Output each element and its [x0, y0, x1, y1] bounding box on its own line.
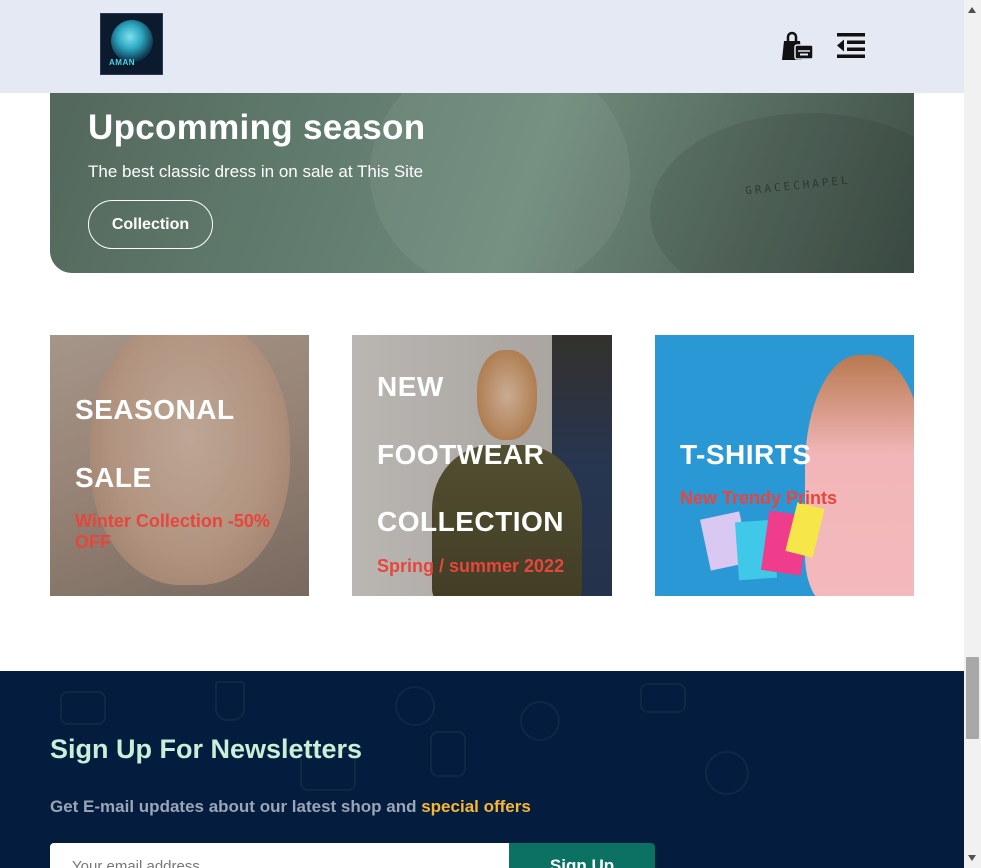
hero-title: Upcomming season [88, 108, 426, 147]
scroll-down-arrow-icon[interactable] [968, 855, 976, 861]
scroll-up-arrow-icon[interactable] [968, 7, 976, 13]
card-subtitle: New Trendy Prints [680, 488, 838, 508]
promo-card-footwear[interactable]: NEW FOOTWEAR COLLECTION Spring / summer … [352, 335, 612, 596]
card-photo-model [805, 355, 914, 596]
card-title: NEW [377, 371, 444, 402]
collection-button[interactable]: Collection [88, 200, 213, 249]
background-pattern [705, 751, 749, 795]
card-title: T-SHIRTS [680, 439, 812, 470]
card-title: SEASONAL [75, 394, 235, 425]
promo-card-seasonal-sale[interactable]: SEASONAL SALE Winter Collection -50% OFF [50, 335, 309, 596]
vertical-scrollbar[interactable] [964, 0, 981, 868]
logo-emblem [111, 20, 153, 62]
card-subtitle: Winter Collection -50% OFF [75, 511, 270, 552]
hero-banner: GRACECHAPEL Upcomming season The best cl… [50, 93, 914, 273]
background-pattern [60, 691, 106, 725]
card-title: SALE [75, 462, 152, 493]
newsletter-description: Get E-mail updates about our latest shop… [50, 797, 531, 817]
background-pattern [215, 681, 245, 721]
background-pattern [640, 683, 686, 713]
newsletter-description-text: Get E-mail updates about our latest shop… [50, 797, 422, 816]
menu-collapse-icon[interactable] [834, 28, 868, 62]
background-pattern [430, 731, 466, 777]
newsletter-section: Sign Up For Newsletters Get E-mail updat… [0, 671, 964, 868]
site-header: AMAN [0, 0, 964, 93]
card-title: FOOTWEAR [377, 439, 545, 470]
scrollbar-thumb[interactable] [966, 657, 979, 739]
shopping-bag-icon[interactable] [780, 28, 814, 62]
email-input[interactable] [50, 843, 510, 868]
special-offers-highlight: special offers [421, 797, 531, 816]
background-pattern [395, 686, 435, 726]
card-subtitle: Spring / summer 2022 [377, 556, 565, 576]
newsletter-title: Sign Up For Newsletters [50, 734, 363, 764]
promo-card-tshirts[interactable]: T-SHIRTS New Trendy Prints [655, 335, 914, 596]
brand-logo[interactable]: AMAN [100, 13, 163, 75]
card-title: COLLECTION [377, 506, 564, 537]
logo-text: AMAN [109, 58, 135, 67]
hero-subtitle: The best classic dress in on sale at Thi… [88, 162, 424, 181]
sign-up-button[interactable]: Sign Up [509, 843, 655, 868]
background-pattern [520, 701, 560, 741]
